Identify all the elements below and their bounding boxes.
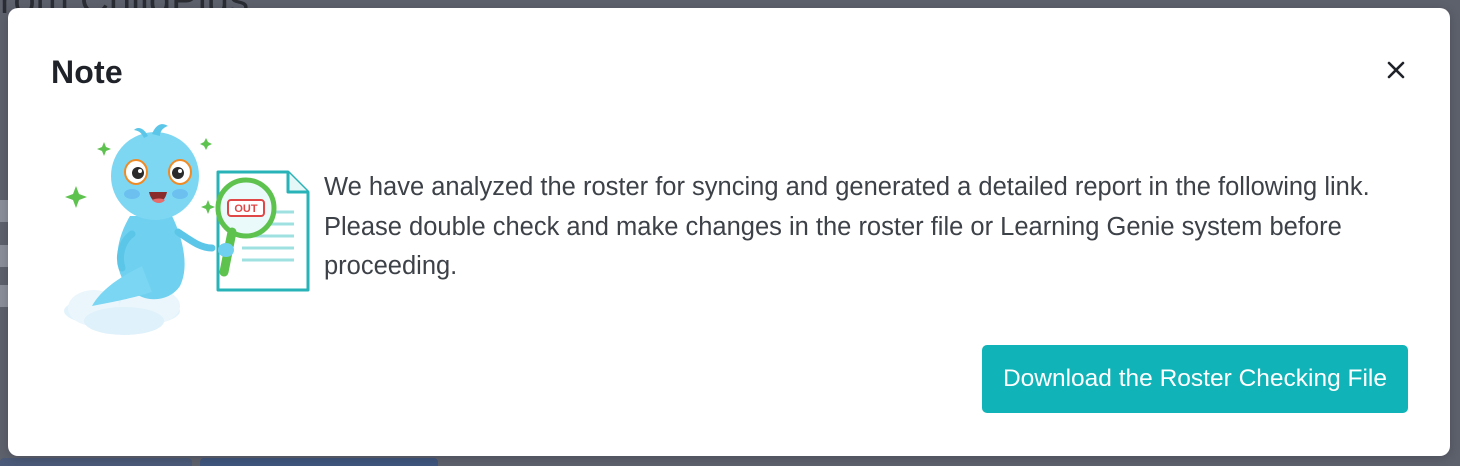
note-message: We have analyzed the roster for syncing … [324, 173, 1370, 280]
note-dialog: Note OUT We have analyzed the roster for… [8, 8, 1450, 456]
background-fragment [0, 285, 8, 307]
background-button [0, 458, 192, 466]
close-icon [1387, 61, 1405, 79]
download-roster-checking-file-button[interactable]: Download the Roster Checking File [981, 345, 1408, 413]
background-fragment [0, 245, 8, 267]
genie-illustration: OUT [52, 116, 312, 348]
genie-mascot-icon: OUT [64, 124, 310, 335]
background-fragment [0, 200, 8, 222]
out-badge: OUT [234, 203, 258, 215]
close-button[interactable] [1380, 54, 1412, 86]
dialog-title: Note [51, 54, 123, 90]
background-button [200, 458, 438, 466]
